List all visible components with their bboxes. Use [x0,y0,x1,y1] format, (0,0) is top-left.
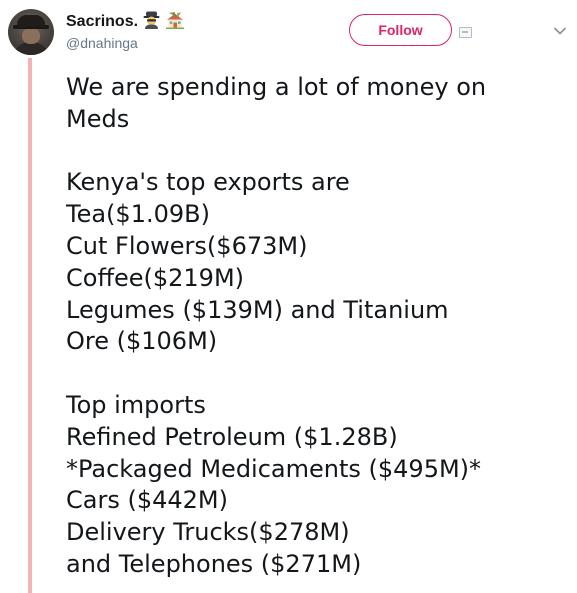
text-line: Coffee($219M) [66,263,245,292]
text-line: and Telephones ($271M) [66,549,362,578]
username[interactable]: @dnahinga [66,35,138,51]
text-line: Ore ($106M) [66,327,218,356]
avatar[interactable] [8,9,54,55]
text-line: *Packaged Medicaments ($495M)* [66,454,482,483]
spy-emoji [143,11,160,29]
text-line: Tea($1.09B) [66,200,210,229]
text-line: Delivery Trucks($278M) [66,518,350,547]
text-line: Cars ($442M) [66,486,228,515]
author-header[interactable]: Sacrinos. [66,10,185,31]
text-line: Legumes ($139M) and Titanium [66,295,449,324]
text-line: We are spending a lot of money on [66,73,487,101]
tweet-text: We are spending a lot of money on Meds K… [66,72,566,581]
embed-badge-icon[interactable] [459,27,472,38]
follow-button[interactable]: Follow [349,14,452,46]
chevron-down-icon[interactable] [553,26,567,36]
text-line: Top imports [66,390,206,419]
avatar-face [22,28,40,44]
thread-line [28,58,32,593]
text-line: Refined Petroleum ($1.28B) [66,422,398,451]
display-name[interactable]: Sacrinos. [66,13,138,30]
text-line: Cut Flowers($673M) [66,231,308,260]
text-line: Meds [66,104,130,133]
text-line: Kenya's top exports are [66,168,350,197]
avatar-hat [17,15,45,27]
house-emoji [166,12,185,29]
